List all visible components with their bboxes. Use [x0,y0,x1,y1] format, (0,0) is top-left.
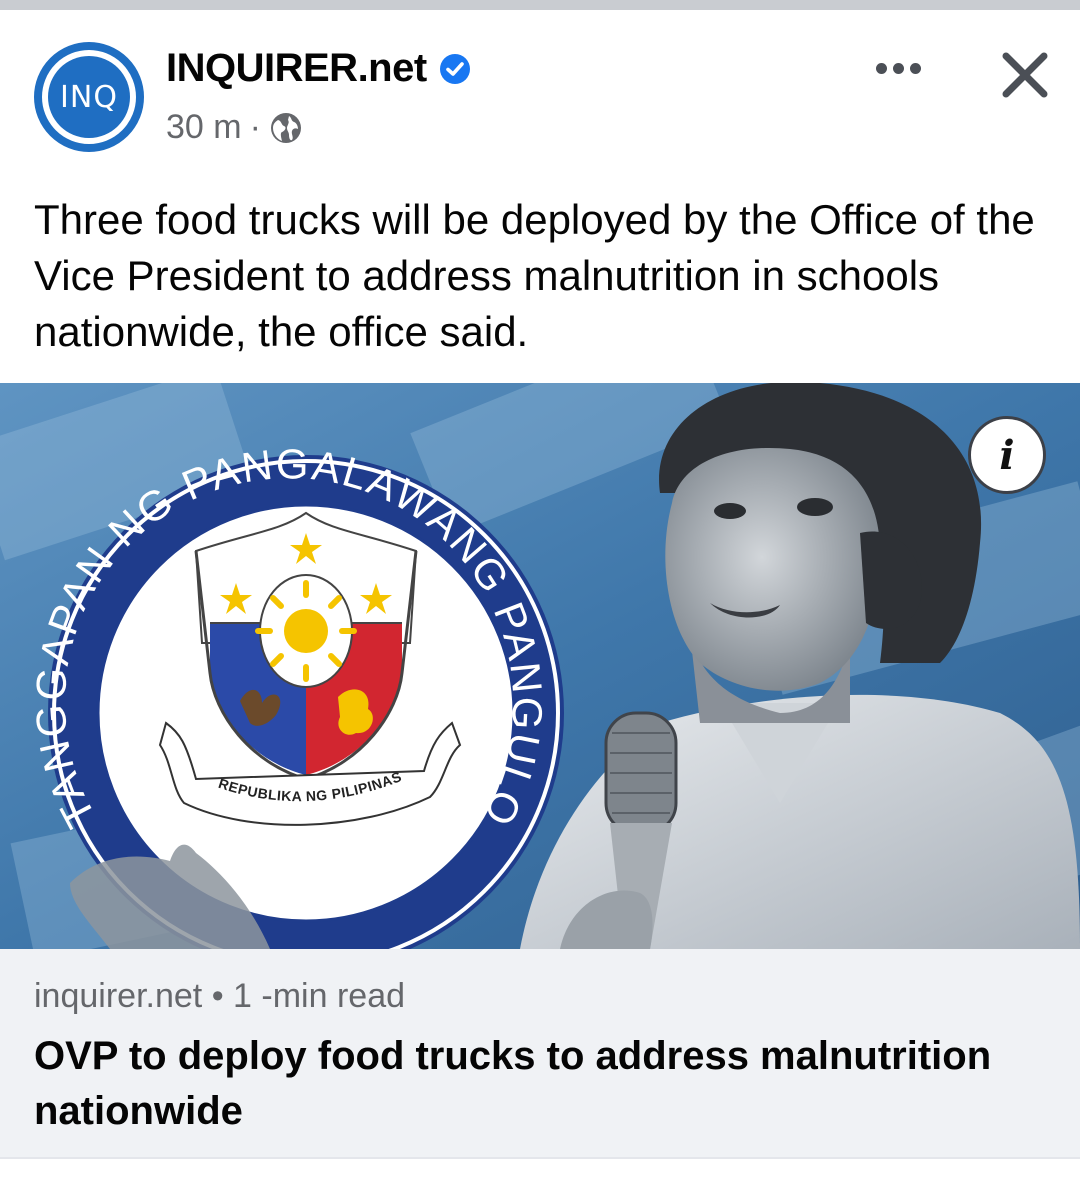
info-glyph: i [999,431,1015,479]
link-meta: inquirer.net • 1 -min read [34,977,405,1016]
verified-badge-icon [439,53,470,84]
post-meta: 30 m · [166,108,303,147]
avatar-logo: INQ [48,56,130,138]
post-caption: Three food trucks will be deployed by th… [34,196,1035,355]
page-avatar[interactable]: INQ [34,42,144,152]
info-icon[interactable]: i [968,416,1046,494]
more-options-icon[interactable] [866,48,930,88]
link-source-domain: inquirer.net [34,977,203,1015]
more-dot [909,62,921,74]
link-read-time: 1 -min read [233,977,406,1015]
post-timestamp[interactable]: 30 m [166,108,242,147]
post-image[interactable]: TANGGAPAN NG PANGALAWANG PANGULO REPUBLI… [0,383,1080,949]
close-icon[interactable] [998,48,1052,102]
bottom-divider [0,1157,1080,1159]
avatar-logo-text: INQ [60,79,118,115]
article-photo: TANGGAPAN NG PANGALAWANG PANGULO REPUBLI… [0,383,1080,949]
more-dot [875,62,887,74]
globe-icon[interactable] [269,111,303,145]
page-name-link[interactable]: INQUIRER.net [166,46,427,91]
page-name-row: INQUIRER.net [166,46,471,91]
link-headline[interactable]: OVP to deploy food trucks to address mal… [34,1029,1034,1139]
post-header: INQ INQUIRER.net 30 m · [0,10,1080,180]
top-divider-strip [0,0,1080,10]
link-meta-separator: • [211,977,224,1015]
link-preview-card[interactable]: inquirer.net • 1 -min read OVP to deploy… [0,949,1080,1157]
more-dot [892,62,904,74]
meta-separator: · [249,108,261,146]
